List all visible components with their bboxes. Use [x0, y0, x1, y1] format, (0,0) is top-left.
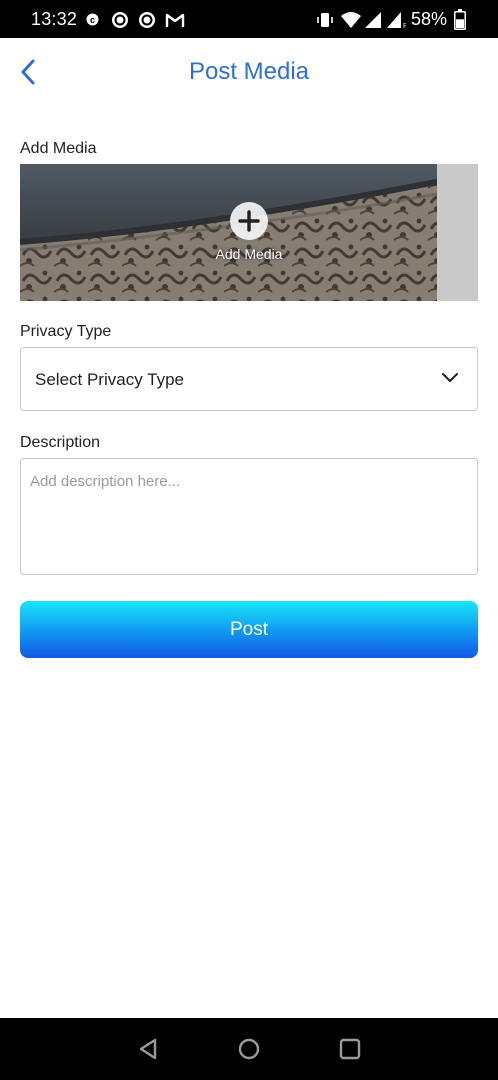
back-triangle-icon[interactable] — [136, 1036, 162, 1062]
description-label: Description — [20, 434, 101, 451]
chevron-down-icon — [442, 373, 458, 382]
add-media-button-label: Add Media — [215, 246, 283, 262]
privacy-type-select[interactable]: Select Privacy Type — [20, 347, 478, 411]
svg-text:R: R — [403, 23, 406, 29]
status-time: 13:32 — [31, 9, 78, 29]
plus-circle-icon — [230, 202, 268, 240]
post-button[interactable]: Post — [20, 601, 478, 658]
gmail-icon — [165, 13, 185, 27]
svg-text:c: c — [90, 15, 95, 25]
recents-square-icon[interactable] — [337, 1036, 363, 1062]
circle-notification-icon — [139, 12, 155, 28]
circle-notification-icon — [112, 12, 128, 28]
wifi-icon — [341, 12, 361, 28]
privacy-type-label: Privacy Type — [20, 323, 112, 340]
add-media-label: Add Media — [20, 140, 97, 157]
add-media-button[interactable]: Add Media — [20, 202, 478, 262]
privacy-type-value: Select Privacy Type — [35, 370, 184, 389]
home-circle-icon[interactable] — [236, 1036, 262, 1062]
add-media-picker[interactable]: Add Media — [20, 164, 478, 301]
page-title: Post Media — [188, 58, 310, 85]
vibrate-icon — [317, 13, 333, 27]
description-input[interactable] — [20, 458, 478, 575]
battery-icon — [454, 9, 466, 30]
signal-icon — [365, 12, 381, 28]
signal-r-icon: R — [387, 12, 406, 29]
system-nav-bar — [0, 1018, 498, 1080]
status-bar: 13:32 c R 58% — [0, 0, 498, 38]
notification-c-icon: c — [86, 13, 99, 26]
battery-percent: 58% — [411, 9, 448, 29]
app-header: Post Media — [0, 38, 498, 110]
